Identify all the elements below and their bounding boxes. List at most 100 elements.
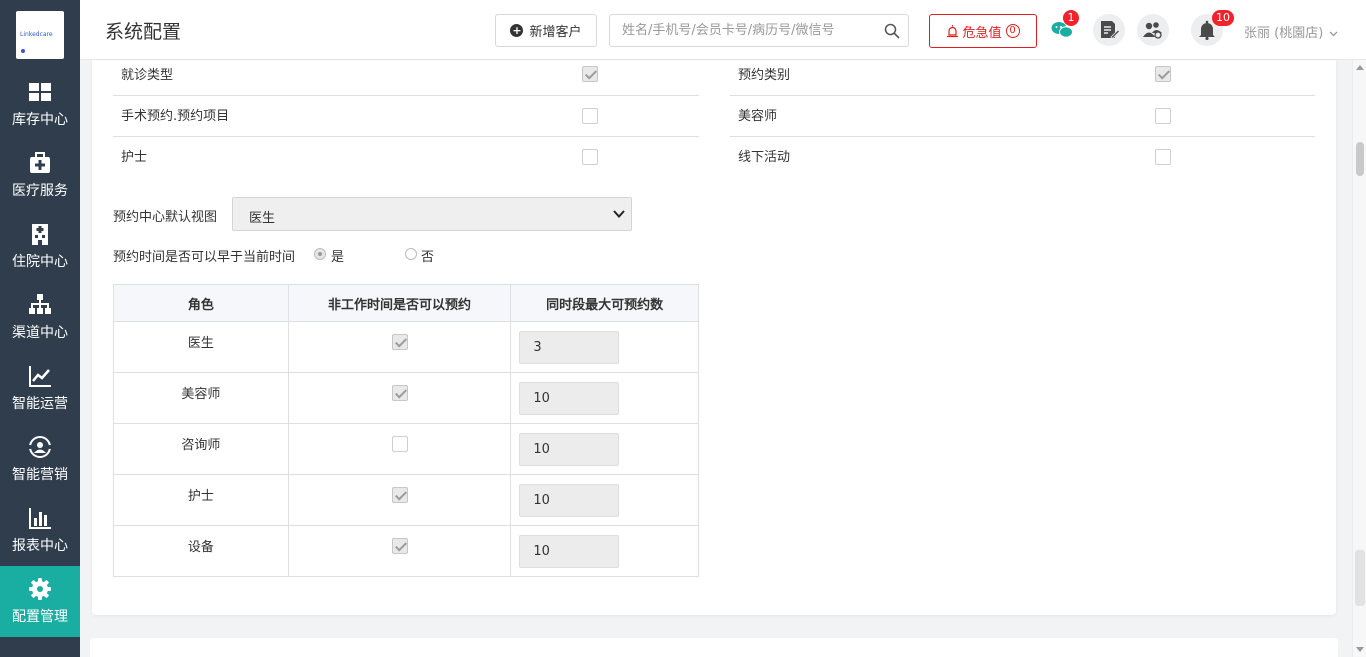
role-cell: 咨询师 [113, 423, 289, 475]
sidebar-item-marketing[interactable]: 智能营销 [0, 424, 80, 495]
allow-offhours-checkbox[interactable] [391, 436, 408, 452]
early-booking-yes-label: 是 [331, 250, 345, 265]
default-view-value: 医生 [249, 211, 276, 226]
column-header: 同时段最大可预约数 [510, 284, 699, 322]
booking-type-label: 线下活动 [738, 150, 791, 165]
wechat-button[interactable]: 1 [1046, 10, 1079, 46]
max-appointments-input[interactable]: 10 [519, 382, 620, 415]
sidebar-item-label: 渠道中心 [12, 325, 68, 341]
default-view-select[interactable]: 医生 [232, 197, 632, 231]
booking-type-row: 护士 [113, 137, 699, 178]
allow-cell [287, 321, 512, 373]
early-booking-label: 预约时间是否可以早于当前时间 [113, 250, 296, 265]
table-row: 设备 10 [113, 525, 699, 577]
danger-count: 0 [1005, 24, 1020, 38]
booking-type-checkbox[interactable] [582, 149, 598, 165]
sidebar-item-inpatient[interactable]: 住院中心 [0, 211, 80, 282]
scroll-up-arrow-icon[interactable] [1356, 65, 1364, 70]
max-cell: 10 [510, 423, 699, 475]
table-header-row: 角色 非工作时间是否可以预约 同时段最大可预约数 [113, 284, 699, 322]
sidebar-item-inventory[interactable]: 库存中心 [0, 69, 80, 140]
chevron-down-icon [1329, 31, 1338, 37]
logo[interactable]: Linkedcare [16, 10, 64, 59]
booking-type-label: 护士 [121, 150, 148, 165]
allow-offhours-checkbox[interactable] [391, 538, 408, 554]
hospital-building-icon [32, 224, 48, 245]
booking-type-checkbox[interactable] [1155, 149, 1171, 165]
max-appointments-input[interactable]: 10 [519, 433, 620, 466]
role-cell: 护士 [113, 474, 289, 526]
sidebar-item-label: 报表中心 [12, 538, 68, 554]
allow-cell [287, 474, 512, 526]
role-settings-table: 角色 非工作时间是否可以预约 同时段最大可预约数 医生 3 美容师 10 咨询师… [113, 284, 699, 577]
booking-type-checkbox[interactable] [582, 108, 598, 124]
add-customer-button[interactable]: + 新增客户 [495, 14, 597, 47]
scroll-down-arrow-icon[interactable] [1356, 647, 1364, 652]
sidebar-item-label: 库存中心 [12, 112, 68, 128]
add-customer-label: 新增客户 [529, 25, 582, 40]
side-drawer-handle[interactable] [1355, 550, 1365, 606]
allow-offhours-checkbox[interactable] [391, 385, 408, 401]
logo-text: Linkedcare [20, 30, 53, 38]
bar-report-icon [29, 508, 51, 529]
team-button[interactable] [1137, 14, 1169, 46]
page-title: 系统配置 [105, 21, 182, 43]
grid-icon [29, 83, 51, 101]
org-chart-icon [29, 294, 51, 314]
role-name: 美容师 [181, 387, 221, 402]
max-cell: 10 [510, 474, 699, 526]
notes-button[interactable] [1093, 14, 1125, 46]
booking-type-row: 美容师 [730, 96, 1315, 137]
role-name: 咨询师 [181, 438, 221, 453]
early-booking-no-radio[interactable] [405, 248, 417, 260]
allow-offhours-checkbox[interactable] [391, 487, 408, 503]
gear-icon [29, 578, 51, 600]
sidebar: Linkedcare 库存中心 医疗服务 住院中心 渠道中心 智能运营 智能营销… [0, 0, 80, 657]
sidebar-item-label: 配置管理 [12, 609, 68, 625]
sidebar-item-label: 智能营销 [12, 467, 68, 483]
max-appointments-input[interactable]: 10 [519, 535, 620, 568]
notification-button[interactable]: 10 [1191, 10, 1234, 46]
role-cell: 设备 [113, 525, 289, 577]
sidebar-item-label: 住院中心 [12, 254, 68, 270]
user-group-icon [28, 436, 52, 458]
role-cell: 医生 [113, 321, 289, 373]
trend-chart-icon [29, 366, 51, 387]
danger-value-button[interactable]: 危急值 0 [929, 14, 1037, 48]
booking-type-row: 手术预约.预约项目 [113, 96, 699, 137]
scroll-thumb[interactable] [1356, 142, 1364, 176]
sidebar-item-config[interactable]: 配置管理 [0, 566, 80, 637]
logo-dot [21, 48, 25, 53]
allow-offhours-checkbox[interactable] [391, 334, 408, 350]
role-cell: 美容师 [113, 372, 289, 424]
max-appointments-input[interactable]: 10 [519, 484, 620, 517]
booking-type-checkbox[interactable] [582, 66, 598, 82]
medical-kit-icon [30, 152, 50, 173]
search-input[interactable] [610, 15, 865, 46]
role-name: 医生 [187, 336, 214, 351]
max-cell: 10 [510, 525, 699, 577]
notification-badge: 10 [1212, 10, 1234, 26]
booking-type-checkbox[interactable] [1155, 66, 1171, 82]
page-scrollbar[interactable] [1352, 60, 1366, 657]
sidebar-item-label: 医疗服务 [12, 183, 68, 199]
user-menu[interactable]: 张丽 (桃園店) [1244, 22, 1338, 41]
early-booking-yes-radio[interactable] [314, 248, 326, 260]
team-settings-icon [1143, 22, 1162, 39]
column-header: 非工作时间是否可以预约 [287, 284, 512, 322]
sidebar-item-reports[interactable]: 报表中心 [0, 495, 80, 566]
max-appointments-input[interactable]: 3 [519, 331, 620, 364]
sidebar-item-channel[interactable]: 渠道中心 [0, 282, 80, 353]
alarm-icon [947, 24, 959, 37]
allow-cell [287, 423, 512, 475]
sidebar-item-medical[interactable]: 医疗服务 [0, 140, 80, 211]
booking-type-checkbox[interactable] [1155, 108, 1171, 124]
table-row: 护士 10 [113, 474, 699, 526]
sidebar-item-operations[interactable]: 智能运营 [0, 353, 80, 424]
booking-type-row: 线下活动 [730, 137, 1315, 178]
sidebar-item-label: 智能运营 [12, 396, 68, 412]
allow-cell [287, 525, 512, 577]
max-cell: 3 [510, 321, 699, 373]
max-cell: 10 [510, 372, 699, 424]
search-icon[interactable] [884, 23, 900, 39]
